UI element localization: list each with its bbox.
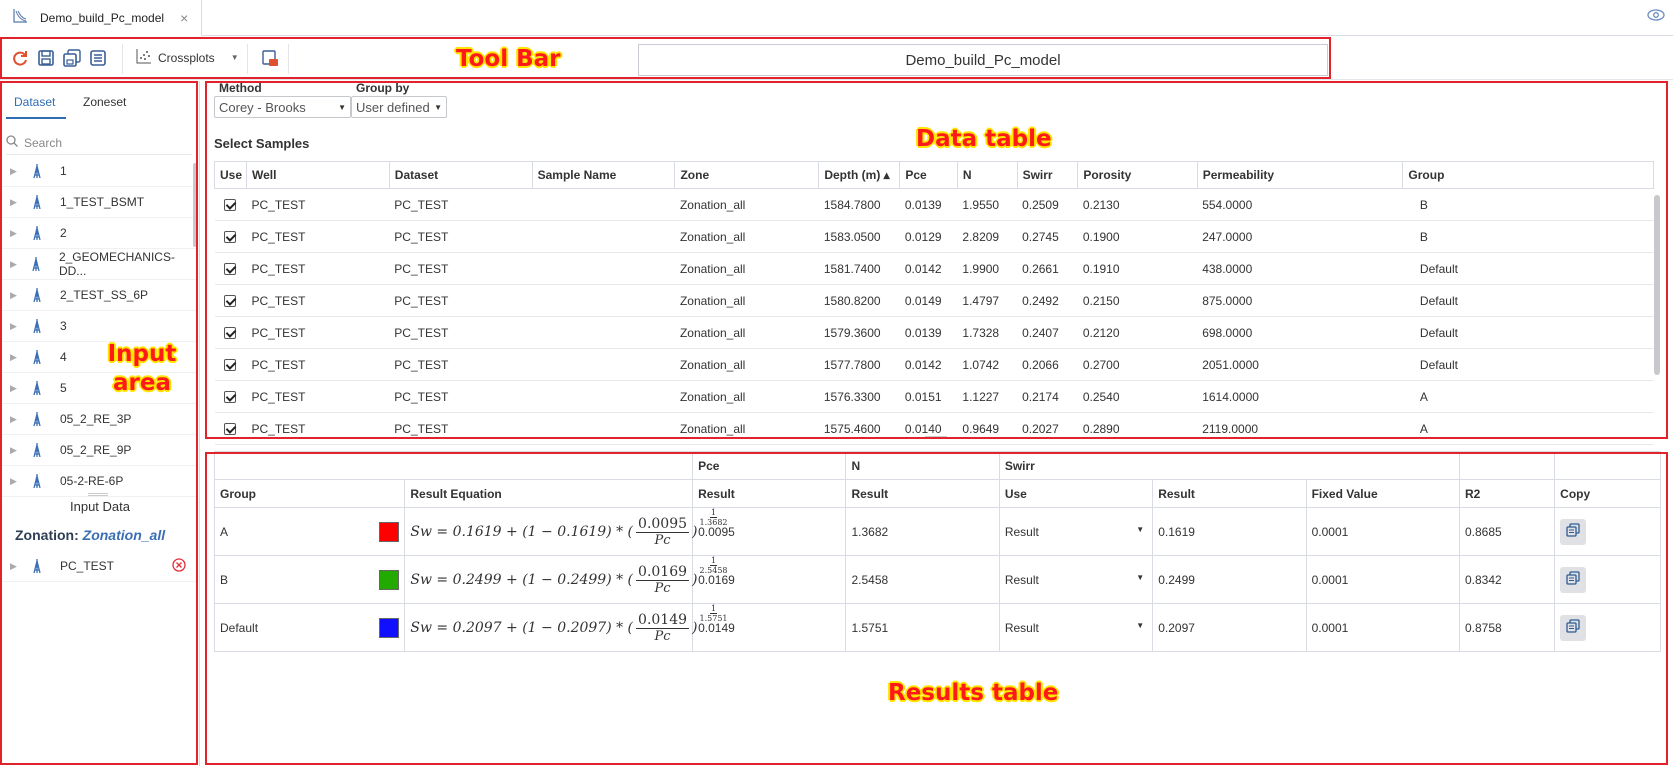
results-table-annotation: Results table — [888, 680, 1059, 706]
input-area-annotation: Input area — [98, 340, 186, 398]
toolbar-annotation-box — [0, 37, 1331, 79]
document-tab-strip — [0, 0, 1673, 36]
crossplot-icon — [12, 8, 28, 27]
input-area-annotation-box — [0, 81, 198, 765]
close-icon[interactable]: × — [180, 10, 188, 26]
toolbar-annotation: Tool Bar — [456, 46, 561, 72]
document-tab[interactable]: Demo_build_Pc_model × — [0, 0, 202, 37]
input-area-annotation-line1: Input — [107, 341, 177, 367]
eye-icon[interactable] — [1647, 8, 1665, 27]
results-table-annotation-box — [205, 452, 1668, 765]
data-table-annotation: Data table — [916, 126, 1052, 152]
document-tab-title: Demo_build_Pc_model — [40, 10, 165, 25]
input-area-annotation-line2: area — [113, 369, 171, 396]
